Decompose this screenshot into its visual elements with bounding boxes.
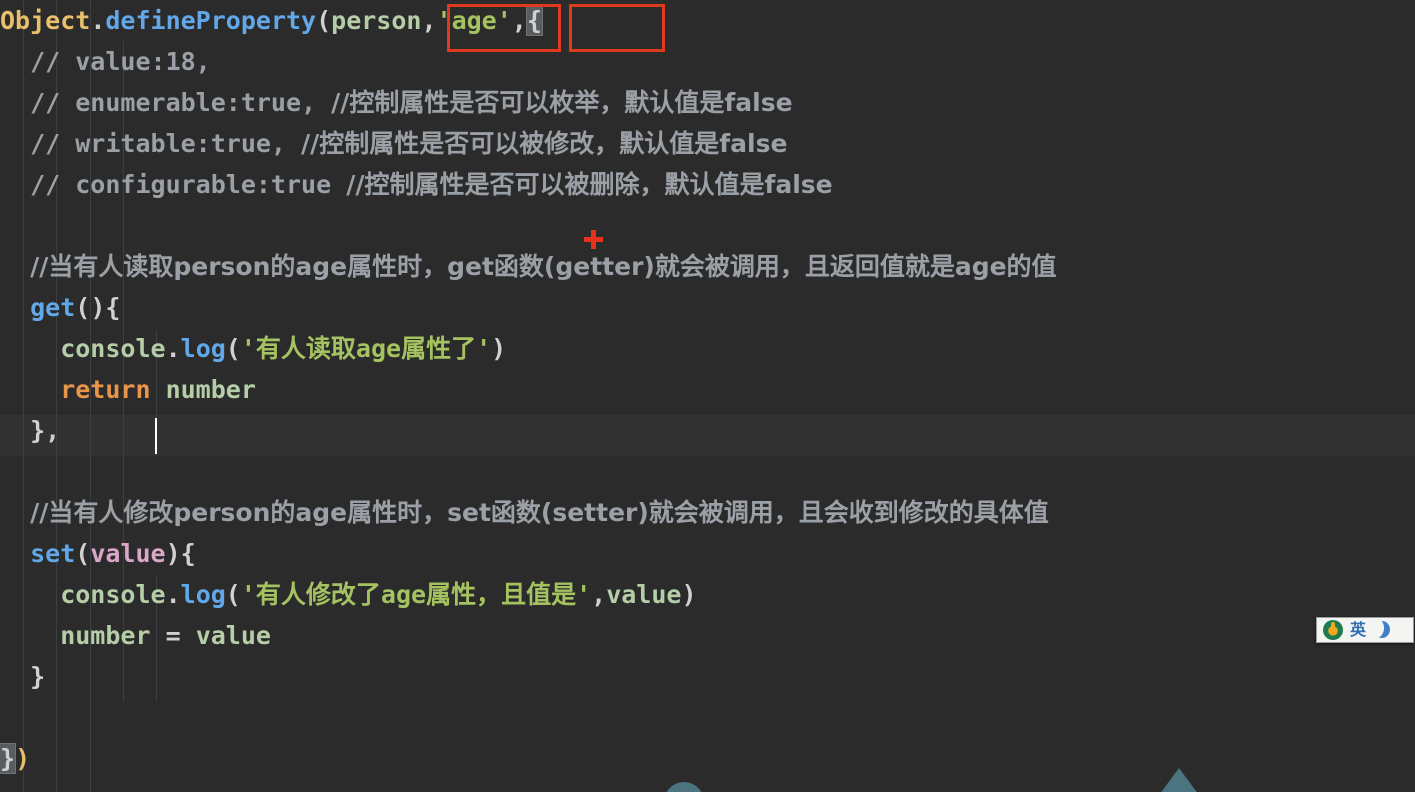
- decorative-triangle: [1145, 768, 1213, 792]
- code-token: (){: [75, 293, 121, 322]
- code-line[interactable]: //当有人读取person的age属性时，get函数(getter)就会被调用，…: [0, 246, 1057, 287]
- code-token: }: [0, 662, 46, 691]
- code-token: // configurable:true: [0, 170, 347, 199]
- code-line[interactable]: console.log('有人读取age属性了'): [0, 328, 1057, 369]
- code-line[interactable]: set(value){: [0, 533, 1057, 574]
- moon-icon[interactable]: [1373, 621, 1391, 639]
- code-editor[interactable]: Object.defineProperty(person,'age',{ // …: [0, 0, 1415, 792]
- code-token: '有人读取age属性了': [240, 334, 492, 363]
- code-token: console: [0, 334, 166, 363]
- code-token: ): [491, 334, 507, 363]
- code-token: ,: [591, 580, 607, 609]
- code-token: ): [15, 744, 31, 773]
- code-token: (: [75, 539, 91, 568]
- code-line[interactable]: }: [0, 656, 1057, 697]
- code-token: .: [90, 6, 106, 35]
- code-token: number: [0, 621, 166, 650]
- code-line[interactable]: console.log('有人修改了age属性，且值是',value): [0, 574, 1057, 615]
- code-line[interactable]: number = value: [0, 615, 1057, 656]
- code-line[interactable]: return number: [0, 369, 1057, 410]
- code-token: person: [331, 6, 422, 35]
- code-token: (: [225, 580, 241, 609]
- code-line[interactable]: // value:18,: [0, 41, 1057, 82]
- code-token: value: [606, 580, 682, 609]
- code-token: ,: [511, 6, 527, 35]
- mouse-crosshair-icon: [584, 230, 603, 249]
- code-token: // writable:true,: [0, 129, 302, 158]
- code-token: .: [165, 580, 181, 609]
- code-token: // enumerable:true,: [0, 88, 332, 117]
- code-line[interactable]: // writable:true, //控制属性是否可以被修改，默认值是fals…: [0, 123, 1057, 164]
- code-token: return: [0, 375, 151, 404]
- code-token: log: [180, 580, 226, 609]
- code-line[interactable]: get(){: [0, 287, 1057, 328]
- code-token: Object: [0, 6, 91, 35]
- code-token: // value:18,: [0, 47, 211, 76]
- code-token: //当有人读取person的age属性时，get函数(getter)就会被调用，…: [30, 252, 1057, 281]
- code-token: .: [165, 334, 181, 363]
- code-token: value: [195, 621, 271, 650]
- code-line[interactable]: //当有人修改person的age属性时，set函数(setter)就会被调用，…: [0, 492, 1057, 533]
- code-token: =: [165, 621, 196, 650]
- text-caret: [155, 418, 157, 454]
- code-token: '有人修改了age属性，且值是': [240, 580, 592, 609]
- code-token: (: [225, 334, 241, 363]
- code-token: },: [0, 416, 61, 445]
- code-token: console: [0, 580, 166, 609]
- code-token: set: [0, 539, 76, 568]
- code-token: //当有人修改person的age属性时，set函数(setter)就会被调用，…: [30, 498, 1049, 527]
- decorative-circle: [664, 782, 704, 792]
- code-token: log: [180, 334, 226, 363]
- code-token: ,: [421, 6, 437, 35]
- code-line[interactable]: },: [0, 410, 1057, 451]
- code-line[interactable]: [0, 697, 1057, 738]
- code-line[interactable]: }): [0, 738, 1057, 779]
- code-token: defineProperty: [105, 6, 317, 35]
- ime-status-bar[interactable]: 英: [1316, 617, 1414, 643]
- code-token: //控制属性是否可以枚举，默认值是false: [331, 88, 793, 117]
- code-token: (: [316, 6, 332, 35]
- code-token: //控制属性是否可以被删除，默认值是false: [346, 170, 833, 199]
- code-line[interactable]: [0, 451, 1057, 492]
- ime-mode-label[interactable]: 英: [1350, 622, 1366, 638]
- code-token: get: [0, 293, 76, 322]
- code-token: ){: [165, 539, 196, 568]
- code-token: number: [150, 375, 256, 404]
- sogou-logo-icon[interactable]: [1323, 620, 1343, 640]
- code-line[interactable]: // enumerable:true, //控制属性是否可以枚举，默认值是fal…: [0, 82, 1057, 123]
- code-line[interactable]: Object.defineProperty(person,'age',{: [0, 0, 1057, 41]
- code-token: value: [90, 539, 166, 568]
- code-token: 'age': [436, 6, 512, 35]
- code-line[interactable]: // configurable:true //控制属性是否可以被删除，默认值是f…: [0, 164, 1057, 205]
- code-text[interactable]: Object.defineProperty(person,'age',{ // …: [0, 0, 1057, 779]
- code-line[interactable]: [0, 205, 1057, 246]
- code-token: }: [0, 743, 17, 774]
- code-token: {: [525, 5, 543, 36]
- code-token: //控制属性是否可以被修改，默认值是false: [301, 129, 788, 158]
- code-token: ): [681, 580, 697, 609]
